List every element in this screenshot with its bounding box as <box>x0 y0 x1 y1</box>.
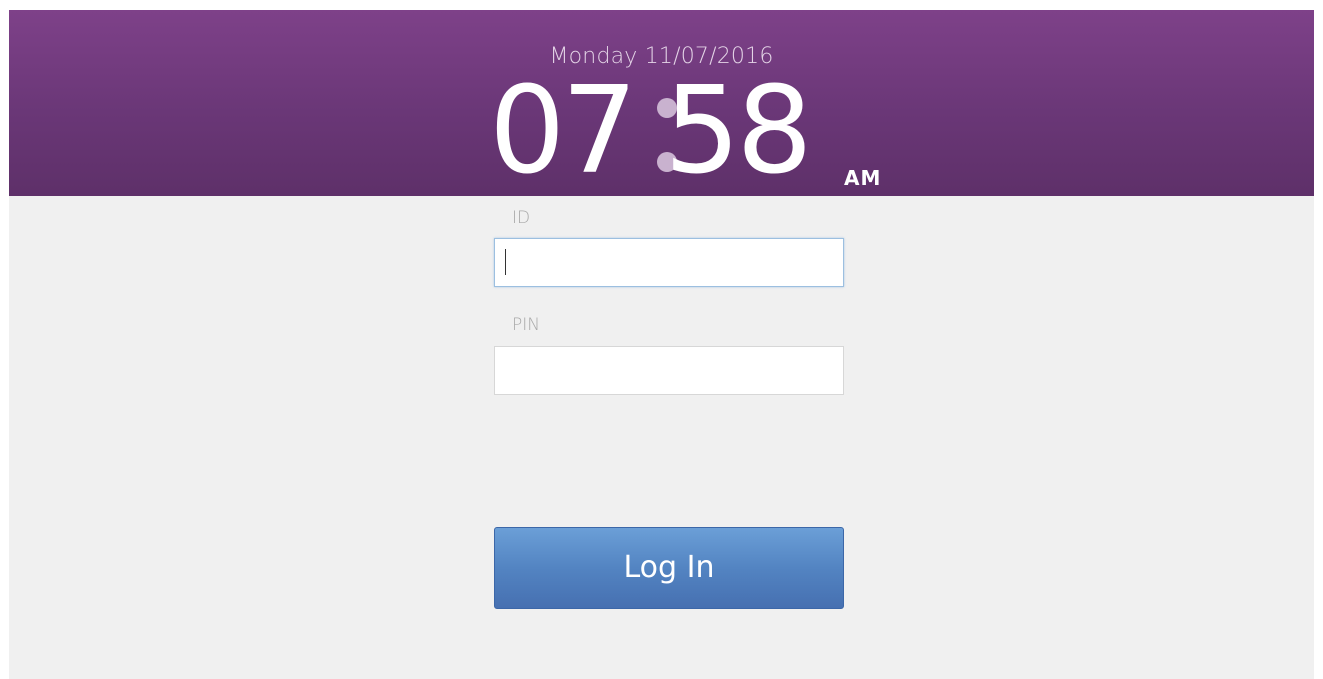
clock-minutes: 58 <box>664 62 813 196</box>
pin-input[interactable] <box>494 346 844 395</box>
pin-label: PIN <box>512 315 540 335</box>
login-button[interactable]: Log In <box>494 527 844 609</box>
id-input[interactable] <box>494 238 844 287</box>
login-screen: Monday 11/07/2016 07 58 AM ID PIN Log In <box>9 10 1314 679</box>
text-caret <box>505 249 506 275</box>
id-label: ID <box>512 208 531 228</box>
clock-header: Monday 11/07/2016 07 58 AM <box>9 10 1314 196</box>
clock-display: 07 58 AM <box>489 68 909 196</box>
clock-hours: 07 <box>489 62 638 196</box>
clock-ampm: AM <box>844 166 882 190</box>
current-date: Monday 11/07/2016 <box>549 44 774 69</box>
